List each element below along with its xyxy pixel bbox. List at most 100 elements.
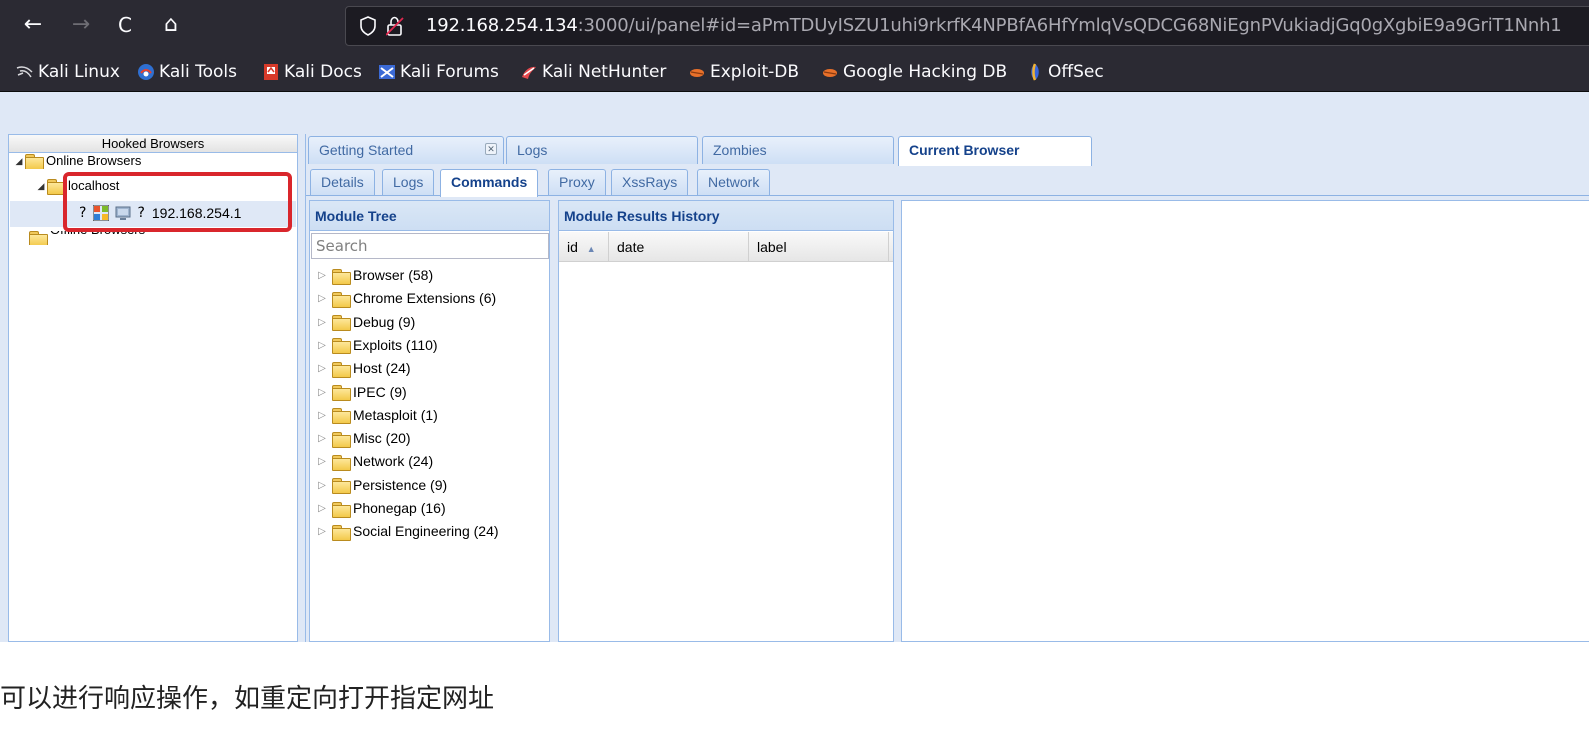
module-category[interactable]: ▷ IPEC (9) (316, 381, 407, 404)
tree-offline-browsers[interactable]: Offline Browsers (29, 231, 145, 245)
subtab-logs[interactable]: Logs (382, 169, 435, 195)
bookmark-offsec[interactable]: OffSec (1026, 61, 1104, 83)
module-category[interactable]: ▷ Chrome Extensions (6) (316, 287, 496, 310)
subtab-proxy[interactable]: Proxy (548, 169, 606, 195)
bookmark-kali-nethunter[interactable]: Kali NetHunter (520, 61, 666, 83)
tab-getting-started[interactable]: Getting Started ✕ (308, 136, 504, 164)
back-button[interactable]: ← (18, 10, 48, 40)
module-category[interactable]: ▷ Phonegap (16) (316, 497, 446, 520)
bookmark-google-hacking-db[interactable]: Google Hacking DB (821, 61, 1007, 83)
tab-current-browser[interactable]: Current Browser (898, 136, 1092, 166)
module-category[interactable]: ▷ Metasploit (1) (316, 404, 438, 427)
module-category[interactable]: ▷ Network (24) (316, 450, 433, 473)
column-date[interactable]: date (609, 232, 749, 262)
bookmark-label: Google Hacking DB (843, 62, 1008, 82)
bookmark-label: Kali NetHunter (542, 62, 667, 82)
online-browsers-label: Online Browsers (46, 153, 142, 168)
collapsed-triangle-icon[interactable]: ▷ (316, 334, 328, 357)
main-panel: Getting Started ✕ Logs Zombies Current B… (305, 134, 1589, 642)
subtab-label: Proxy (559, 174, 595, 190)
hooked-browsers-header: Hooked Browsers (9, 135, 297, 153)
collapsed-triangle-icon[interactable]: ▷ (316, 520, 328, 543)
reload-button[interactable]: C (110, 10, 140, 40)
column-id[interactable]: id ▲ (559, 232, 609, 262)
caption-text: 可以进行响应操作，如重定向打开指定网址 (0, 684, 495, 714)
kali-docs-icon (264, 64, 278, 80)
nethunter-icon (522, 66, 536, 79)
module-category-label: Host (24) (353, 360, 411, 377)
module-category-label: IPEC (9) (353, 383, 407, 400)
module-category[interactable]: ▷ Browser (58) (316, 264, 433, 287)
url-path: :3000/ui/panel#id=aPmTDUyISZU1uhi9rkrfK4… (577, 15, 1562, 36)
collapsed-triangle-icon[interactable]: ▷ (316, 474, 328, 497)
collapsed-triangle-icon[interactable]: ▷ (316, 427, 328, 450)
reload-icon: C (118, 13, 132, 37)
module-category-label: Social Engineering (24) (353, 523, 499, 540)
subtab-label: Network (708, 174, 760, 190)
beef-app: Hooked Browsers ◢ Online Browsers ◢ loca… (0, 92, 1589, 642)
highlight-annotation-box (63, 172, 292, 232)
module-category[interactable]: ▷ Social Engineering (24) (316, 520, 499, 543)
subtab-label: Logs (393, 174, 424, 190)
subtab-commands[interactable]: Commands (440, 169, 539, 197)
module-category[interactable]: ▷ Misc (20) (316, 427, 411, 450)
shield-icon[interactable] (360, 16, 376, 36)
module-category-label: Persistence (9) (353, 476, 448, 493)
folder-icon (332, 524, 351, 541)
collapsed-triangle-icon[interactable]: ▷ (316, 357, 328, 380)
tree-online-browsers[interactable]: ◢ Online Browsers (13, 153, 141, 169)
module-category[interactable]: ▷ Persistence (9) (316, 474, 447, 497)
bookmark-label: OffSec (1048, 62, 1104, 82)
collapsed-triangle-icon[interactable]: ▷ (316, 404, 328, 427)
collapsed-triangle-icon[interactable]: ▷ (316, 264, 328, 287)
module-search-input[interactable]: Search (311, 233, 549, 259)
module-category-label: Misc (20) (353, 430, 411, 447)
tab-zombies[interactable]: Zombies (702, 136, 894, 164)
folder-icon (332, 361, 351, 378)
module-category[interactable]: ▷ Exploits (110) (316, 334, 438, 357)
module-tree-panel: Module Tree Search ▷ Browser (58) ▷ Chrome … (309, 200, 550, 642)
collapsed-triangle-icon[interactable]: ▷ (316, 497, 328, 520)
bookmark-label: Kali Docs (284, 62, 362, 82)
insecure-lock-icon[interactable] (386, 16, 404, 36)
subtab-label: Commands (451, 174, 528, 190)
subtab-network[interactable]: Network (697, 169, 771, 195)
collapsed-triangle-icon[interactable]: ▷ (316, 311, 328, 334)
home-button[interactable]: ⌂ (156, 10, 186, 40)
bookmark-kali-tools[interactable]: Kali Tools (137, 61, 237, 83)
subtab-details[interactable]: Details (310, 169, 375, 195)
forward-button[interactable]: → (66, 10, 96, 40)
url-text[interactable]: 192.168.254.134:3000/ui/panel#id=aPmTDUy… (426, 15, 1562, 36)
subtab-xssrays[interactable]: XssRays (611, 169, 689, 195)
bookmark-exploit-db[interactable]: Exploit-DB (688, 61, 799, 83)
column-label: date (617, 239, 645, 255)
folder-icon (332, 291, 351, 308)
tab-logs[interactable]: Logs (506, 136, 698, 164)
collapsed-triangle-icon[interactable]: ▷ (316, 450, 328, 473)
collapsed-triangle-icon[interactable]: ▷ (316, 287, 328, 310)
results-history-header: Module Results History (559, 201, 893, 231)
bookmark-kali-docs[interactable]: Kali Docs (262, 61, 362, 83)
module-detail-panel (901, 200, 1589, 642)
column-label: id (567, 239, 578, 255)
bookmark-kali-linux[interactable]: Kali Linux (16, 61, 120, 83)
module-category[interactable]: ▷ Debug (9) (316, 311, 415, 334)
offsec-icon (1031, 63, 1039, 81)
column-label[interactable]: label (749, 232, 889, 262)
module-category[interactable]: ▷ Host (24) (316, 357, 411, 380)
bookmark-kali-forums[interactable]: Kali Forums (378, 61, 499, 83)
bookmark-label: Exploit-DB (710, 62, 799, 82)
bookmark-label: Kali Linux (38, 62, 120, 82)
tab-label: Getting Started (319, 142, 414, 158)
subtab-label: Details (321, 174, 364, 190)
close-icon[interactable]: ✕ (485, 143, 497, 155)
url-bar[interactable]: 192.168.254.134:3000/ui/panel#id=aPmTDUy… (345, 6, 1589, 46)
collapsed-triangle-icon[interactable]: ▷ (316, 381, 328, 404)
arrow-right-icon: → (71, 12, 91, 37)
folder-icon (332, 408, 351, 425)
bookmarks-toolbar: Kali Linux Kali Tools Kali Docs Kali For… (0, 52, 1589, 92)
module-tree-header: Module Tree (310, 201, 549, 231)
module-category-label: Phonegap (16) (353, 500, 446, 516)
folder-icon (29, 231, 48, 245)
url-host: 192.168.254.134 (426, 15, 578, 36)
